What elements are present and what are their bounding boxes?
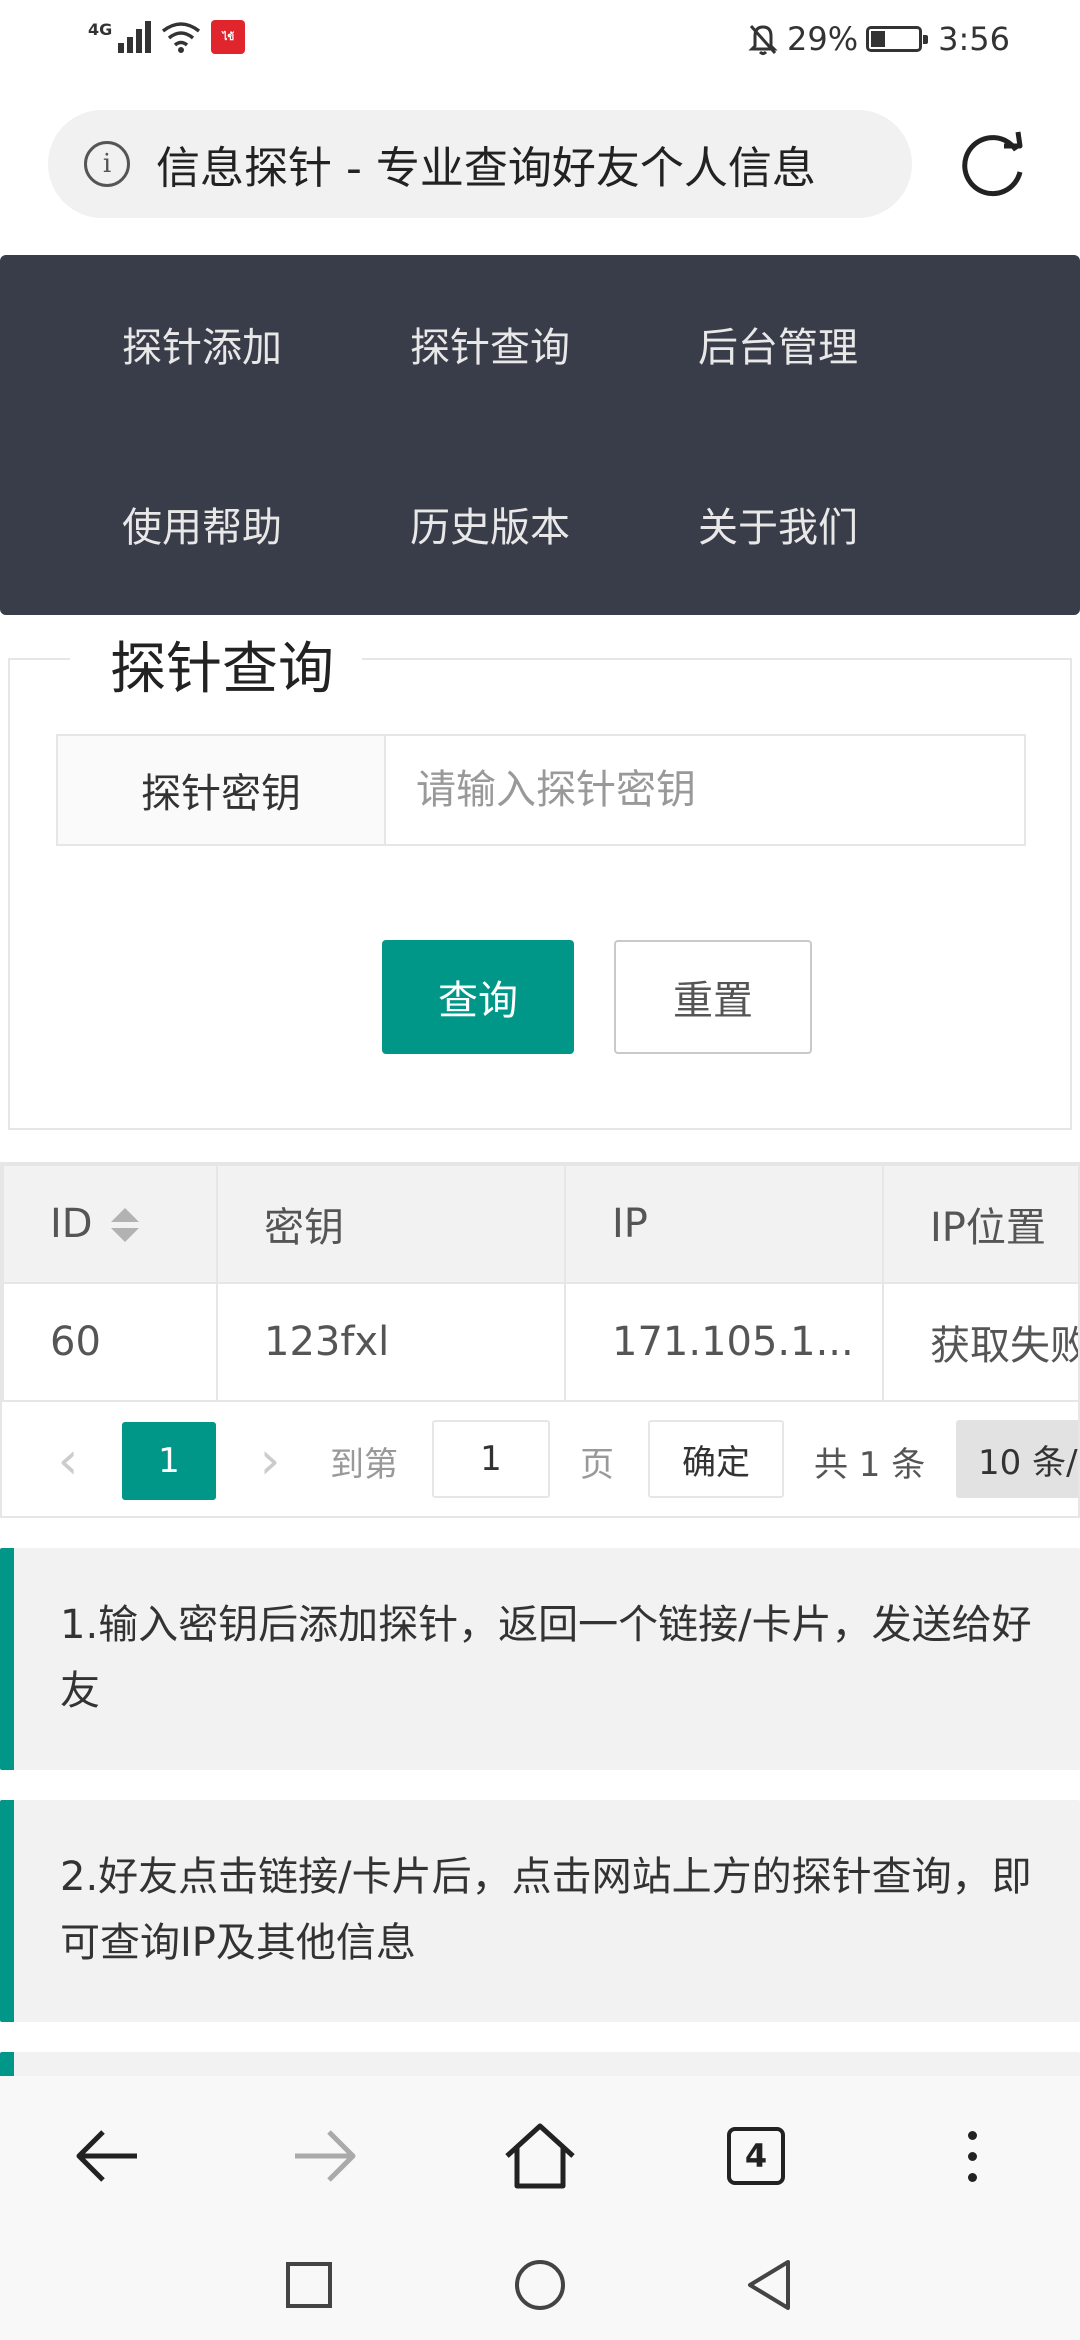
- result-table: ID 密钥 IP IP位置 60 123fxl 171.105.1... 获取失…: [0, 1162, 1080, 1518]
- page-unit-label: 页: [580, 1444, 614, 1485]
- home-icon: [505, 2123, 575, 2189]
- address-bar[interactable]: i 信息探针 - 专业查询好友个人信息: [48, 110, 912, 218]
- triangle-back-icon: [748, 2260, 790, 2310]
- goto-label: 到第: [330, 1444, 398, 1485]
- fieldset-legend: 探针查询: [70, 624, 362, 705]
- reload-icon[interactable]: [958, 128, 1030, 200]
- home-button[interactable]: [500, 2116, 580, 2196]
- nav-item-add-probe[interactable]: 探针添加: [122, 315, 282, 373]
- menu-button[interactable]: [932, 2116, 1012, 2196]
- pagination: ‹ 1 › 到第 页 确定 共 1 条 10 条/页: [2, 1400, 1078, 1516]
- cell-ip: 171.105.1...: [564, 1282, 884, 1402]
- key-input[interactable]: [386, 734, 1026, 846]
- system-home-button[interactable]: [505, 2250, 575, 2320]
- system-back-button[interactable]: [734, 2250, 804, 2320]
- tab-count-icon: 4: [727, 2127, 785, 2185]
- next-page-icon[interactable]: ›: [240, 1424, 300, 1498]
- help-note-2: 2.好友点击链接/卡片后，点击网站上方的探针查询，即可查询IP及其他信息: [0, 1800, 1080, 2022]
- page-size-select[interactable]: 10 条/页: [956, 1420, 1078, 1498]
- query-button[interactable]: 查询: [382, 940, 574, 1054]
- sort-icon[interactable]: [110, 1208, 139, 1244]
- total-count: 共 1 条: [814, 1444, 926, 1485]
- table-row[interactable]: 60 123fxl 171.105.1... 获取失败: [2, 1282, 1078, 1402]
- clock: 3:56: [938, 20, 1010, 58]
- nav-item-history[interactable]: 历史版本: [410, 495, 570, 553]
- main-nav: 探针添加 探针查询 后台管理 使用帮助 历史版本 关于我们: [0, 255, 1080, 615]
- battery-percent: 29%: [787, 20, 859, 58]
- app-badge-label: ไข้: [222, 31, 235, 43]
- browser-toolbar: 4: [0, 2076, 1080, 2226]
- status-left: 4G ไข้: [88, 20, 246, 54]
- recents-button[interactable]: [274, 2250, 344, 2320]
- goto-confirm-button[interactable]: 确定: [648, 1420, 784, 1498]
- status-right: 29% 3:56: [747, 20, 1010, 58]
- data-table: ID 密钥 IP IP位置 60 123fxl 171.105.1... 获取失…: [2, 1164, 1078, 1402]
- col-header-ip: IP: [564, 1164, 884, 1284]
- prev-page-icon[interactable]: ‹: [38, 1424, 98, 1498]
- col-header-key: 密钥: [216, 1164, 566, 1284]
- info-icon[interactable]: i: [84, 141, 130, 187]
- nav-item-about[interactable]: 关于我们: [698, 495, 858, 553]
- circle-icon: [515, 2260, 565, 2310]
- nav-item-admin[interactable]: 后台管理: [698, 315, 858, 373]
- key-form-row: 探针密钥: [56, 734, 1026, 846]
- nav-item-query-probe[interactable]: 探针查询: [410, 315, 570, 373]
- key-label: 探针密钥: [56, 734, 386, 846]
- mute-bell-icon: [748, 25, 778, 55]
- cell-key: 123fxl: [216, 1282, 566, 1402]
- query-fieldset: 探针查询 探针密钥 查询 重置: [8, 624, 1072, 1130]
- battery-icon: [866, 26, 929, 52]
- forward-button[interactable]: [284, 2116, 364, 2196]
- cell-id: 60: [2, 1282, 218, 1402]
- notification-app-icon: ไข้: [211, 20, 246, 54]
- back-arrow-icon: [76, 2130, 137, 2182]
- wifi-icon: [162, 22, 201, 53]
- cell-ip-location: 获取失败: [882, 1282, 1078, 1402]
- square-icon: [286, 2262, 332, 2308]
- col-header-id[interactable]: ID: [2, 1164, 218, 1284]
- status-bar: 4G ไข้ 29% 3:56: [0, 0, 1080, 80]
- col-header-id-label: ID: [50, 1201, 93, 1247]
- help-note-1: 1.输入密钥后添加探针，返回一个链接/卡片，发送给好友: [0, 1548, 1080, 1770]
- system-nav-bar: [0, 2226, 1080, 2340]
- reset-button[interactable]: 重置: [614, 940, 812, 1054]
- table-header-row: ID 密钥 IP IP位置: [2, 1164, 1078, 1284]
- col-header-ip-location: IP位置: [882, 1164, 1078, 1284]
- network-type: 4G: [88, 20, 113, 39]
- goto-page-input[interactable]: [432, 1420, 550, 1498]
- tabs-button[interactable]: 4: [716, 2116, 796, 2196]
- more-menu-icon: [967, 2130, 977, 2182]
- forward-arrow-icon: [295, 2130, 356, 2182]
- signal-icon: [118, 21, 152, 53]
- page-1-button[interactable]: 1: [122, 1422, 216, 1500]
- nav-item-help[interactable]: 使用帮助: [122, 495, 282, 553]
- back-button[interactable]: [68, 2116, 148, 2196]
- page-title-url[interactable]: 信息探针 - 专业查询好友个人信息: [156, 132, 876, 196]
